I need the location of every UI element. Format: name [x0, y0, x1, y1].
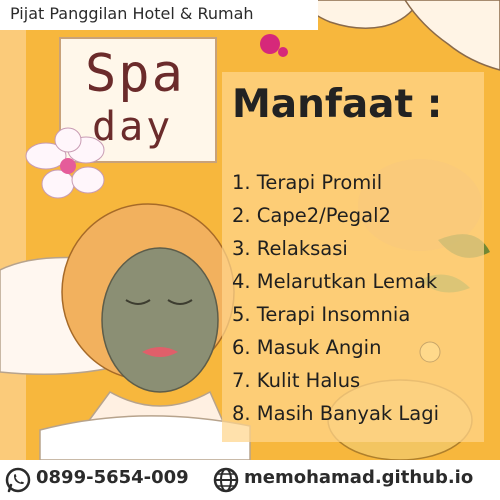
spa-logo-word: Spa — [85, 44, 185, 104]
benefit-item: 5. Terapi Insomnia — [232, 303, 411, 326]
benefits-list: 1. Terapi Promil 2. Cape2/Pegal2 3. Rela… — [232, 166, 439, 430]
benefit-item: 2. Cape2/Pegal2 — [232, 204, 391, 227]
benefit-item: 7. Kulit Halus — [232, 369, 361, 392]
benefit-item: 6. Masuk Angin — [232, 336, 382, 359]
spa-poster: Pijat Panggilan Hotel & Rumah Spa day Ma… — [0, 0, 500, 500]
benefit-item: 1. Terapi Promil — [232, 171, 383, 194]
website-link[interactable]: memohamad.github.io — [244, 467, 473, 488]
banner-text: Pijat Panggilan Hotel & Rumah — [10, 4, 254, 23]
whatsapp-icon — [5, 467, 31, 493]
day-logo-word: day — [92, 104, 174, 150]
benefit-item: 4. Melarutkan Lemak — [232, 270, 438, 293]
phone-number: 0899-5654-009 — [36, 467, 189, 488]
benefit-item: 3. Relaksasi — [232, 237, 348, 260]
benefit-item: 8. Masih Banyak Lagi — [232, 402, 439, 425]
globe-icon — [213, 467, 239, 493]
benefits-title: Manfaat : — [232, 82, 443, 127]
